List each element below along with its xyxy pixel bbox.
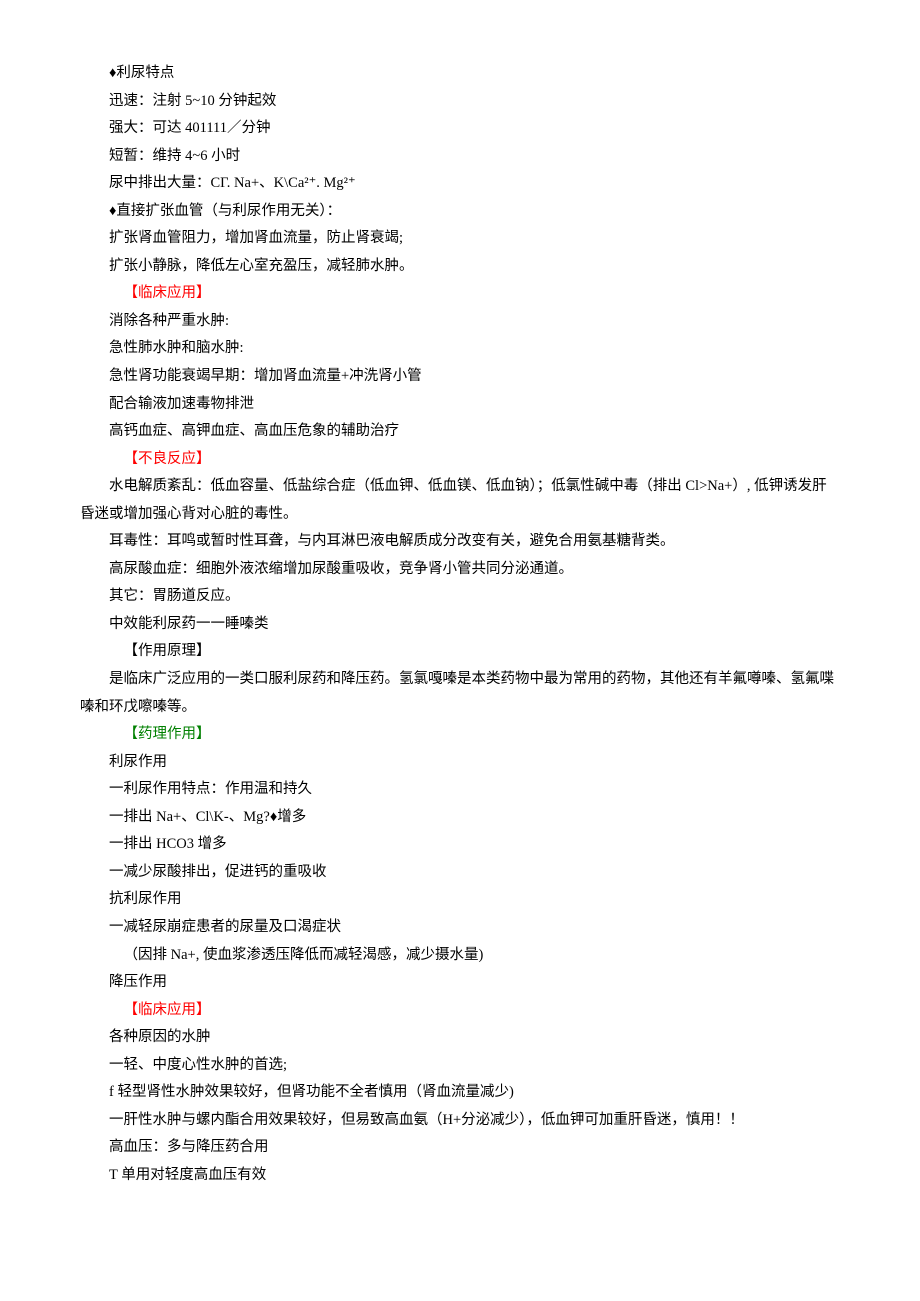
text-line: 尿中排出大量：CΓ. Na+、K\Ca²⁺. Mg²⁺ — [80, 170, 840, 198]
text-line: f 轻型肾性水肿效果较好，但肾功能不全者慎用（肾血流量减少) — [80, 1079, 840, 1107]
text-line: 一肝性水肿与螺内酯合用效果较好，但易致高血氨（H+分泌减少），低血钾可加重肝昏迷… — [80, 1107, 840, 1135]
text-line: ♦直接扩张血管（与利尿作用无关）： — [80, 198, 840, 226]
text-line: T 单用对轻度高血压有效 — [80, 1162, 840, 1190]
text-line: 急性肺水肿和脑水肿: — [80, 335, 840, 363]
text-line: 强大：可达 401111／分钟 — [80, 115, 840, 143]
text-line: 高钙血症、高钾血症、高血压危象的辅助治疗 — [80, 418, 840, 446]
text-line: 一排出 Na+、Cl\K-、Mg?♦增多 — [80, 804, 840, 832]
text-line: 一轻、中度心性水肿的首选; — [80, 1052, 840, 1080]
text-line: 其它：胃肠道反应。 — [80, 583, 840, 611]
text-line: 降压作用 — [80, 969, 840, 997]
document-body: ♦利尿特点迅速：注射 5~10 分钟起效强大：可达 401111／分钟短暂：维持… — [80, 60, 840, 1189]
text-line: 配合输液加速毒物排泄 — [80, 391, 840, 419]
text-line: 迅速：注射 5~10 分钟起效 — [80, 88, 840, 116]
text-line: 扩张小静脉，降低左心室充盈压，减轻肺水肿。 — [80, 253, 840, 281]
text-line: 一减少尿酸排出，促进钙的重吸收 — [80, 859, 840, 887]
text-line: 【作用原理】 — [80, 638, 840, 666]
text-line: 消除各种严重水肿: — [80, 308, 840, 336]
text-line: 抗利尿作用 — [80, 886, 840, 914]
text-line: 急性肾功能衰竭早期：增加肾血流量+冲洗肾小管 — [80, 363, 840, 391]
text-line: 是临床广泛应用的一类口服利尿药和降压药。氢氯嘎嗪是本类药物中最为常用的药物，其他… — [80, 666, 840, 721]
text-line: 短暂：维持 4~6 小时 — [80, 143, 840, 171]
text-line: 高尿酸血症：细胞外液浓缩增加尿酸重吸收，竞争肾小管共同分泌通道。 — [80, 556, 840, 584]
text-line: 一排出 HCO3 增多 — [80, 831, 840, 859]
text-line: （因排 Na+, 使血浆渗透压降低而减轻渴感，减少摄水量) — [80, 942, 840, 970]
text-line: 耳毒性：耳鸣或暂时性耳聋，与内耳淋巴液电解质成分改变有关，避免合用氨基糖背类。 — [80, 528, 840, 556]
text-line: 【药理作用】 — [80, 721, 840, 749]
text-line: 【临床应用】 — [80, 997, 840, 1025]
text-line: 扩张肾血管阻力，增加肾血流量，防止肾衰竭; — [80, 225, 840, 253]
text-line: 水电解质紊乱：低血容量、低盐综合症（低血钾、低血镁、低血钠）；低氯性碱中毒（排出… — [80, 473, 840, 528]
text-line: 【不良反应】 — [80, 446, 840, 474]
text-line: 【临床应用】 — [80, 280, 840, 308]
text-line: 中效能利尿药一一睡嗪类 — [80, 611, 840, 639]
text-line: 一减轻尿崩症患者的尿量及口渴症状 — [80, 914, 840, 942]
text-line: ♦利尿特点 — [80, 60, 840, 88]
text-line: 利尿作用 — [80, 749, 840, 777]
text-line: 各种原因的水肿 — [80, 1024, 840, 1052]
text-line: 高血压：多与降压药合用 — [80, 1134, 840, 1162]
text-line: 一利尿作用特点：作用温和持久 — [80, 776, 840, 804]
